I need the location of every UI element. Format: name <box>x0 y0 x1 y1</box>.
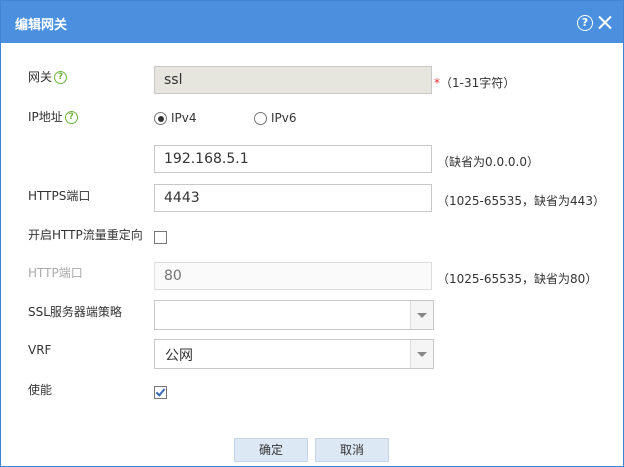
http-port-hint: （1025-65535，缺省为80） <box>437 272 598 286</box>
enable-checkbox[interactable] <box>154 386 167 399</box>
ip-address-input[interactable] <box>154 145 432 173</box>
ipv6-radio-label[interactable]: IPv6 <box>271 111 297 125</box>
question-circle-icon[interactable]: ? <box>577 15 593 31</box>
chevron-down-icon[interactable] <box>410 340 433 368</box>
ssl-policy-label: SSL服务器端策略 <box>28 305 122 319</box>
https-port-label: HTTPS端口 <box>28 189 91 203</box>
http-port-input[interactable] <box>154 262 432 290</box>
http-redirect-checkbox[interactable] <box>154 231 167 244</box>
dialog-titlebar: 编辑网关 ? <box>1 1 623 43</box>
cancel-button[interactable]: 取消 <box>315 438 389 462</box>
https-port-input[interactable] <box>154 184 432 212</box>
vrf-label: VRF <box>28 343 52 357</box>
ip-address-label-text: IP地址 <box>28 110 63 124</box>
http-redirect-label: 开启HTTP流量重定向 <box>28 228 143 242</box>
vrf-select[interactable]: 公网 <box>154 339 434 369</box>
http-port-label: HTTP端口 <box>28 266 83 280</box>
ok-button[interactable]: 确定 <box>234 438 308 462</box>
chevron-down-icon[interactable] <box>410 301 433 329</box>
ipv4-radio-label[interactable]: IPv4 <box>171 111 197 125</box>
enable-label: 使能 <box>28 383 53 397</box>
edit-gateway-dialog: 编辑网关 ? 网关? *（1-31字符） IP地址? IPv4 IPv6 （缺省… <box>0 0 624 467</box>
close-icon[interactable] <box>597 14 613 30</box>
help-question-icon[interactable]: ? <box>64 111 78 124</box>
ip-address-label: IP地址? <box>28 108 78 125</box>
gateway-hint-text: （1-31字符） <box>440 76 516 90</box>
ipv6-radio[interactable] <box>254 112 267 125</box>
vrf-value: 公网 <box>165 348 193 364</box>
ipv4-radio[interactable] <box>154 112 167 125</box>
https-port-hint: （1025-65535，缺省为443） <box>437 194 605 208</box>
ip-address-hint: （缺省为0.0.0.0） <box>437 155 539 169</box>
gateway-hint: *（1-31字符） <box>434 74 515 91</box>
help-question-icon[interactable]: ? <box>54 71 68 84</box>
gateway-label-text: 网关 <box>28 70 53 84</box>
dialog-title: 编辑网关 <box>15 18 68 33</box>
gateway-label: 网关? <box>28 68 68 85</box>
ssl-policy-select[interactable] <box>154 300 434 330</box>
gateway-name-input[interactable] <box>154 66 432 94</box>
